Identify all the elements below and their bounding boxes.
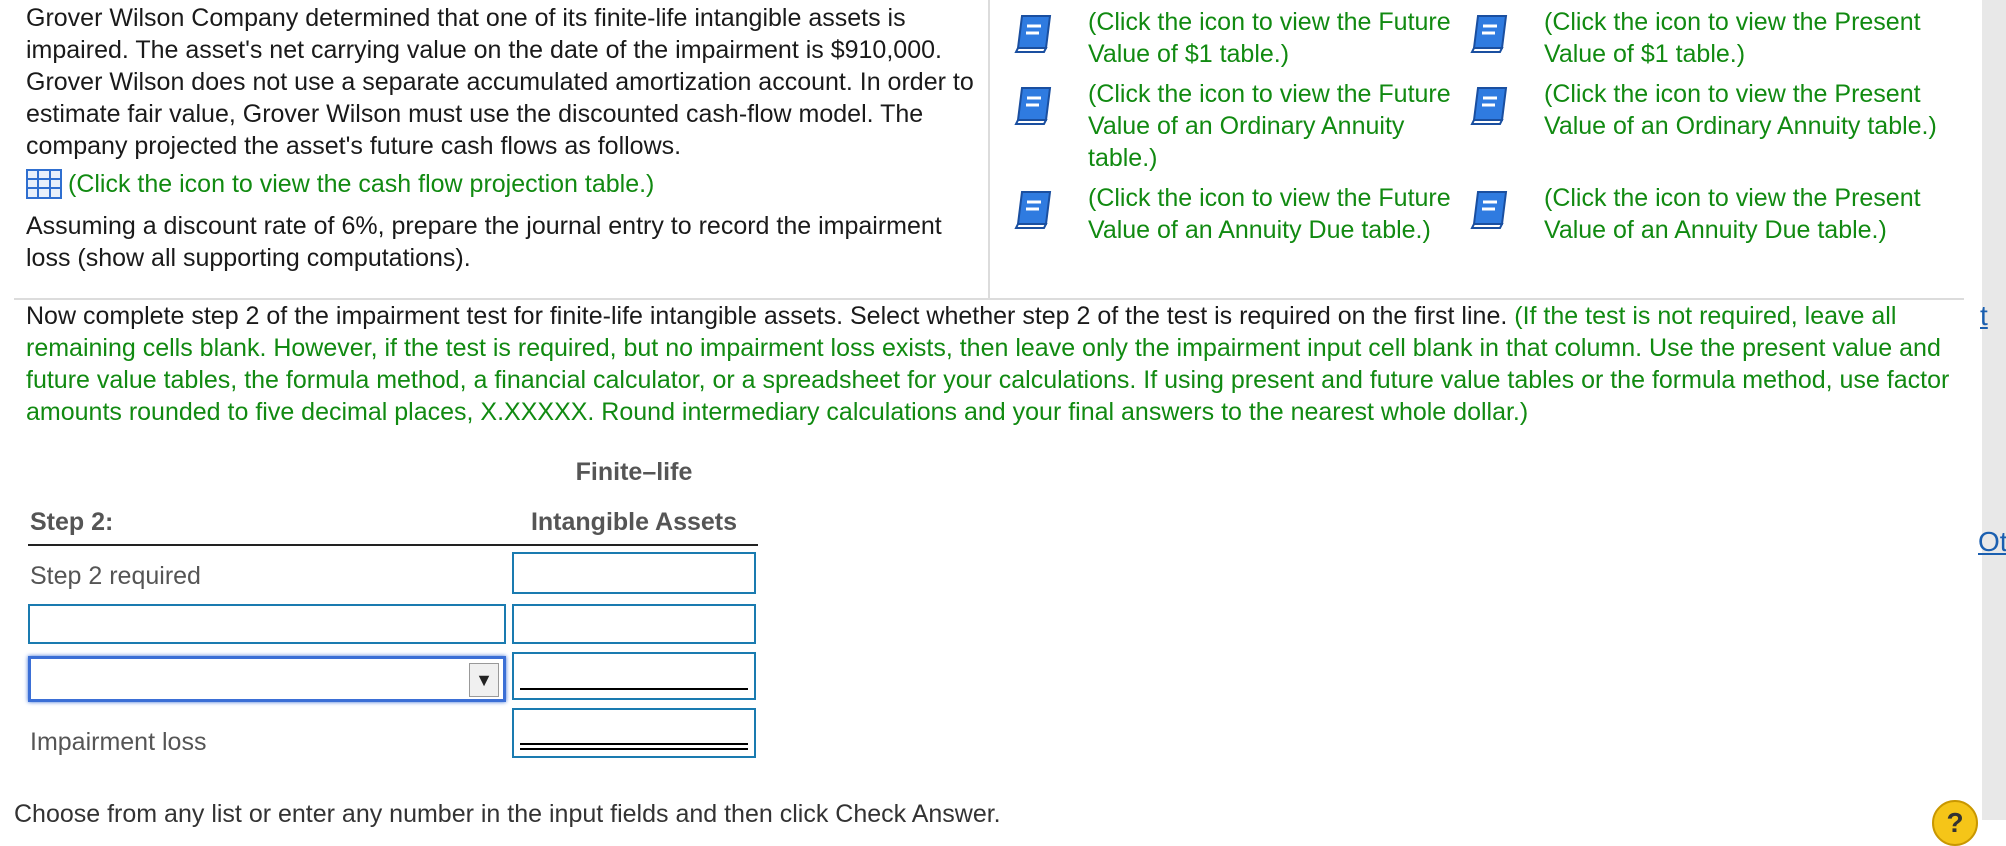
step-label: Step 2: (30, 508, 114, 536)
row3-amount-input[interactable] (512, 652, 756, 700)
edge-link-ot[interactable]: Ot (1978, 526, 2006, 558)
table-grid-icon (26, 169, 62, 199)
book-icon (1470, 87, 1508, 125)
book-icon (1470, 15, 1508, 53)
fv-ordinary-link-text[interactable]: (Click the icon to view the Future Value… (1088, 78, 1468, 174)
problem-text: Grover Wilson Company determined that on… (26, 4, 974, 160)
right-scrollbar[interactable] (1982, 0, 2006, 820)
book-icon (1014, 15, 1052, 53)
impairment-loss-label: Impairment loss (30, 728, 207, 756)
help-icon[interactable]: ? (1932, 800, 1978, 846)
step-main-text: Now complete step 2 of the impairment te… (26, 302, 1508, 330)
problem-intro: Grover Wilson Company determined that on… (26, 2, 986, 274)
step2-required-input[interactable] (512, 552, 756, 594)
impairment-loss-input[interactable] (512, 708, 756, 758)
edge-link-t[interactable]: t (1980, 300, 1988, 332)
row3-account-select[interactable]: ▼ (28, 656, 506, 702)
footer-hint: Choose from any list or enter any number… (14, 800, 1001, 828)
step-instructions: Now complete step 2 of the impairment te… (26, 300, 1956, 428)
step2-required-label: Step 2 required (30, 562, 201, 590)
row2-amount-input[interactable] (512, 604, 756, 644)
chevron-down-icon[interactable]: ▼ (469, 663, 499, 697)
book-icon (1470, 191, 1508, 229)
cashflow-link-text[interactable]: (Click the icon to view the cash flow pr… (68, 168, 654, 200)
fv-due-link-text[interactable]: (Click the icon to view the Future Value… (1088, 182, 1468, 246)
column-header-line2: Intangible Assets (530, 508, 738, 536)
problem-instruction: Assuming a discount rate of 6%, prepare … (26, 212, 942, 272)
header-rule (28, 544, 758, 546)
pv-ordinary-link-text[interactable]: (Click the icon to view the Present Valu… (1544, 78, 1984, 142)
fv1-link-text[interactable]: (Click the icon to view the Future Value… (1088, 6, 1468, 70)
column-header-line1: Finite–life (575, 458, 693, 486)
vertical-divider (988, 0, 990, 298)
cashflow-table-link[interactable]: (Click the icon to view the cash flow pr… (26, 168, 986, 200)
row2-label-input[interactable] (28, 604, 506, 644)
book-icon (1014, 191, 1052, 229)
book-icon (1014, 87, 1052, 125)
pv-due-link-text[interactable]: (Click the icon to view the Present Valu… (1544, 182, 1974, 246)
pv1-link-text[interactable]: (Click the icon to view the Present Valu… (1544, 6, 1974, 70)
